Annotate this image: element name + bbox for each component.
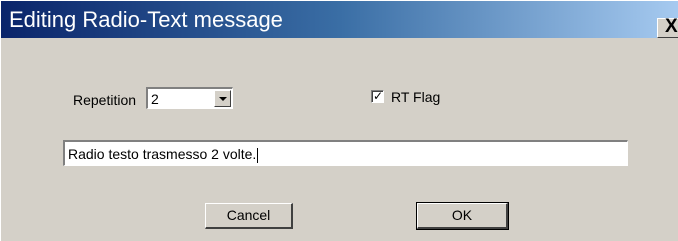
title-bar[interactable]: Editing Radio-Text message X [1,1,678,38]
ok-button[interactable]: OK [416,202,509,230]
rt-flag-label[interactable]: RT Flag [391,89,440,105]
dialog-window: Editing Radio-Text message X Repetition … [0,0,678,241]
close-icon: X [665,16,678,37]
window-title: Editing Radio-Text message [9,7,283,32]
rt-flag-checkbox[interactable]: ✓ [371,89,384,103]
cancel-button[interactable]: Cancel [205,203,293,229]
close-button[interactable]: X [657,16,678,38]
chevron-down-icon [219,97,227,101]
repetition-select[interactable]: 2 [146,87,233,109]
message-text-wrap: Radio testo trasmesso 2 volte. [68,146,259,163]
message-text-field[interactable]: Radio testo trasmesso 2 volte. [63,140,628,166]
text-caret [257,147,259,163]
repetition-value: 2 [151,91,159,107]
message-text-value: Radio testo trasmesso 2 volte. [68,146,257,162]
repetition-label: Repetition [73,92,137,108]
dropdown-arrow-button[interactable] [214,90,231,107]
checkmark-icon: ✓ [373,89,384,103]
